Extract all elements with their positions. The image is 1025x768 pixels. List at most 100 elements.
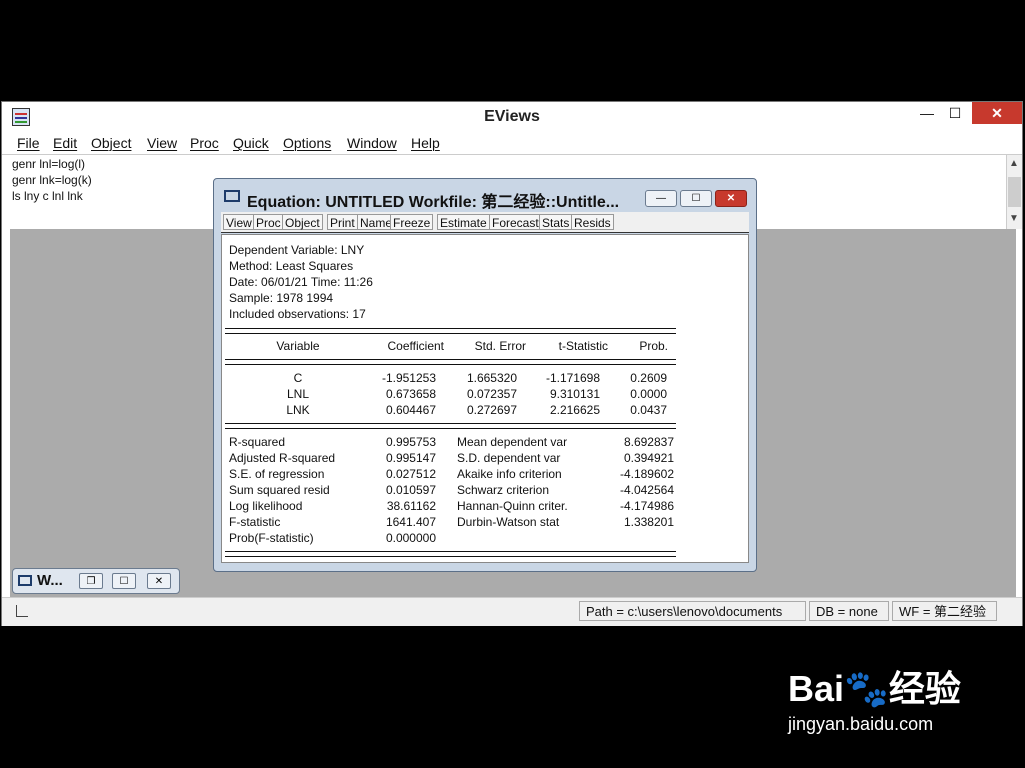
stat-value: 1641.407 [385,515,436,529]
stat-value: 38.61162 [386,499,436,513]
variable-name: LNK [286,403,310,417]
stat-label: Log likelihood [229,499,303,513]
status-bar: Path = c:\users\lenovo\documents DB = no… [2,597,1022,626]
table-rule [225,328,676,334]
variable-name: C [293,371,303,385]
stat-value: -4.174986 [619,499,674,513]
scroll-down-icon[interactable]: ▼ [1009,213,1019,224]
dependent-variable-text: Dependent Variable: LNY [229,243,365,257]
stat-label: Durbin-Watson stat [457,515,560,529]
coefficient-value: 0.673658 [385,387,436,401]
title-bar: EViews — ☐ ✕ [2,102,1022,132]
stat-label: R-squared [229,435,286,449]
command-line: genr lnl=log(l) [12,157,86,171]
toolbar-resids-button[interactable]: Resids [571,214,614,230]
table-rule [225,423,676,429]
stat-value: 0.000000 [385,531,436,545]
watermark-url: jingyan.baidu.com [788,714,934,734]
stat-value: 0.010597 [385,483,436,497]
toolbar-estimate-button[interactable]: Estimate [437,214,490,230]
scroll-up-icon[interactable]: ▲ [1009,158,1019,169]
equation-window-title: Equation: UNTITLED Workfile: 第二经验::Untit… [247,194,620,211]
std-error-value: 1.665320 [466,371,517,385]
toolbar-print-button[interactable]: Print [327,214,358,230]
stat-value: 0.027512 [385,467,436,481]
observations-text: Included observations: 17 [229,307,366,321]
window-icon [18,575,32,586]
column-header: t-Statistic [558,339,608,353]
regression-output: Dependent Variable: LNY Method: Least Sq… [221,234,749,563]
menu-window[interactable]: Window [347,135,397,151]
std-error-value: 0.072357 [466,387,517,401]
column-header: Variable [276,339,320,353]
menu-view[interactable]: View [147,135,177,151]
toolbar-freeze-button[interactable]: Freeze [390,214,434,230]
menu-file[interactable]: File [17,135,40,151]
stat-label: Adjusted R-squared [229,451,336,465]
stat-value: 8.692837 [623,435,674,449]
maximize-button[interactable]: ☐ [940,102,970,124]
baidu-jingyan-watermark: Bai🐾经验 jingyan.baidu.com [788,660,961,735]
variable-name: LNL [286,387,309,401]
t-statistic-value: 9.310131 [549,387,600,401]
close-button[interactable]: ✕ [972,102,1022,124]
prob-value: 0.0437 [630,403,667,417]
stat-label: Hannan-Quinn criter. [457,499,568,513]
t-statistic-value: -1.171698 [545,371,600,385]
minimized-window-title: W... [37,572,63,589]
equation-title-bar[interactable]: Equation: UNTITLED Workfile: 第二经验::Untit… [214,179,756,211]
command-scrollbar[interactable]: ▲ ▼ [1006,155,1022,229]
toolbar-proc-button[interactable]: Proc [253,214,284,230]
minimize-button[interactable]: — [912,102,942,124]
menu-edit[interactable]: Edit [53,135,77,151]
scroll-thumb[interactable] [1008,177,1021,207]
std-error-value: 0.272697 [466,403,517,417]
menu-proc[interactable]: Proc [190,135,219,151]
close-icon[interactable]: ✕ [147,573,171,589]
method-text: Method: Least Squares [229,259,354,273]
maximize-icon[interactable]: ☐ [112,573,136,589]
column-header: Coefficient [387,339,444,353]
column-header: Prob. [639,339,668,353]
coefficient-value: 0.604467 [385,403,436,417]
window-icon [224,190,240,202]
toolbar-forecast-button[interactable]: Forecast [489,214,542,230]
status-db: DB = none [809,601,889,621]
toolbar-stats-button[interactable]: Stats [539,214,573,230]
minimize-icon[interactable]: — [645,190,677,207]
column-header: Std. Error [474,339,526,353]
command-line: genr lnk=log(k) [12,173,92,187]
date-time-text: Date: 06/01/21 Time: 11:26 [229,275,373,289]
stat-label: F-statistic [229,515,281,529]
restore-icon[interactable]: ❐ [79,573,103,589]
stat-label: Sum squared resid [229,483,330,497]
toolbar-view-button[interactable]: View [223,214,255,230]
app-title: EViews [484,108,540,125]
baidu-logo: Bai🐾经验 [788,668,961,709]
menu-options[interactable]: Options [283,135,331,151]
command-line: ls lny c lnl lnk [12,189,83,203]
table-rule [225,359,676,365]
stat-label: Mean dependent var [457,435,568,449]
stat-label: Schwarz criterion [457,483,550,497]
status-wf: WF = 第二经验 [892,601,997,621]
stat-value: 0.995147 [385,451,436,465]
equation-toolbar: View Proc Object Print Name Freeze Estim… [221,212,749,233]
menu-object[interactable]: Object [91,135,131,151]
status-path: Path = c:\users\lenovo\documents [579,601,806,621]
stat-label: S.E. of regression [229,467,325,481]
stat-value: 1.338201 [623,515,674,529]
menu-help[interactable]: Help [411,135,440,151]
table-rule [225,551,676,557]
t-statistic-value: 2.216625 [549,403,600,417]
close-icon[interactable]: ✕ [715,190,747,207]
menu-quick[interactable]: Quick [233,135,269,151]
prob-value: 0.2609 [630,371,667,385]
minimized-workfile-window[interactable]: W... ❐ ☐ ✕ [12,568,180,594]
stat-label: Prob(F-statistic) [229,531,314,545]
maximize-icon[interactable]: ☐ [680,190,712,207]
toolbar-object-button[interactable]: Object [282,214,323,230]
coefficient-value: -1.951253 [381,371,436,385]
menu-bar: File Edit Object View Proc Quick Options… [2,132,1022,155]
sample-text: Sample: 1978 1994 [229,291,334,305]
